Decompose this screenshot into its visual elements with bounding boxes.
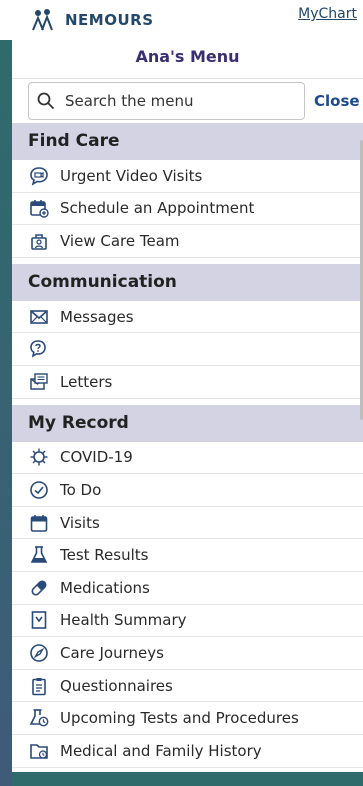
menu-title: Ana's Menu bbox=[12, 40, 363, 79]
menu-item-urgent-video-visits[interactable]: Urgent Video Visits bbox=[12, 160, 363, 193]
menu-item-label: Questionnaires bbox=[60, 676, 173, 695]
compass-icon bbox=[28, 642, 50, 664]
section-my-record: My Record bbox=[12, 404, 363, 442]
menu-item-medications[interactable]: Medications bbox=[12, 572, 363, 605]
menu-item-care-journeys[interactable]: Care Journeys bbox=[12, 637, 363, 670]
folder-clock-icon bbox=[28, 740, 50, 762]
menu-item-covid-19[interactable]: COVID-19 bbox=[12, 442, 363, 475]
pill-icon bbox=[28, 577, 50, 599]
menu-item-label: Test Results bbox=[60, 546, 149, 565]
menu-item-test-results[interactable]: Test Results bbox=[12, 539, 363, 572]
menu-item-health-summary[interactable]: Health Summary bbox=[12, 605, 363, 638]
close-button[interactable]: Close bbox=[314, 92, 360, 110]
menu-item-letters[interactable]: Letters bbox=[12, 366, 363, 399]
care-team-icon bbox=[28, 230, 50, 252]
clipboard-icon bbox=[28, 675, 50, 697]
app-header: NEMOURS MyChart bbox=[0, 0, 363, 41]
nemours-logo[interactable]: NEMOURS bbox=[31, 8, 154, 32]
calendar-add-icon bbox=[28, 197, 50, 219]
search-row: Close bbox=[12, 79, 363, 123]
menu-item-label: Health Summary bbox=[60, 611, 187, 630]
menu-item-label: View Care Team bbox=[60, 231, 180, 250]
video-chat-icon bbox=[28, 165, 50, 187]
menu-item-label: Medical and Family History bbox=[60, 741, 262, 760]
virus-icon bbox=[28, 446, 50, 468]
flask-clock-icon bbox=[28, 707, 50, 729]
menu-item-label: Care Journeys bbox=[60, 643, 164, 662]
nemours-family-icon bbox=[32, 9, 53, 31]
menu-item-label: Visits bbox=[60, 513, 100, 532]
envelope-icon bbox=[28, 306, 50, 328]
letters-icon bbox=[28, 371, 50, 393]
search-icon bbox=[37, 92, 55, 110]
menu-item-messages[interactable]: Messages bbox=[12, 301, 363, 334]
menu-item-label: Schedule an Appointment bbox=[60, 199, 255, 218]
question-bubble-icon bbox=[28, 338, 50, 360]
health-summary-icon bbox=[28, 609, 50, 631]
calendar-icon bbox=[28, 512, 50, 534]
logo-text: NEMOURS bbox=[65, 11, 154, 29]
clock-check-icon bbox=[28, 479, 50, 501]
menu-item-ask-question[interactable] bbox=[12, 333, 363, 366]
mychart-link[interactable]: MyChart bbox=[298, 6, 357, 22]
menu-item-label: Upcoming Tests and Procedures bbox=[60, 709, 299, 728]
background-strip bbox=[0, 40, 12, 786]
menu-item-schedule-appointment[interactable]: Schedule an Appointment bbox=[12, 193, 363, 226]
menu-item-medical-family-history[interactable]: Medical and Family History bbox=[12, 735, 363, 768]
menu-item-label: Messages bbox=[60, 307, 134, 326]
menu-item-visits[interactable]: Visits bbox=[12, 507, 363, 540]
menu-item-label: Urgent Video Visits bbox=[60, 166, 203, 185]
menu-item-questionnaires[interactable]: Questionnaires bbox=[12, 670, 363, 703]
menu-item-view-care-team[interactable]: View Care Team bbox=[12, 225, 363, 258]
section-find-care: Find Care bbox=[12, 123, 363, 160]
menu-item-label: COVID-19 bbox=[60, 448, 133, 467]
menu-item-label: Letters bbox=[60, 372, 113, 391]
flask-icon bbox=[28, 544, 50, 566]
menu-item-label: To Do bbox=[60, 480, 102, 499]
search-input[interactable] bbox=[63, 91, 297, 111]
section-communication: Communication bbox=[12, 263, 363, 301]
search-box[interactable] bbox=[28, 82, 305, 120]
menu-item-to-do[interactable]: To Do bbox=[12, 474, 363, 507]
menu-item-upcoming-tests[interactable]: Upcoming Tests and Procedures bbox=[12, 702, 363, 735]
menu-panel: Ana's Menu Close Find Care Urgent Video … bbox=[12, 40, 363, 772]
menu-item-label: Medications bbox=[60, 578, 150, 597]
